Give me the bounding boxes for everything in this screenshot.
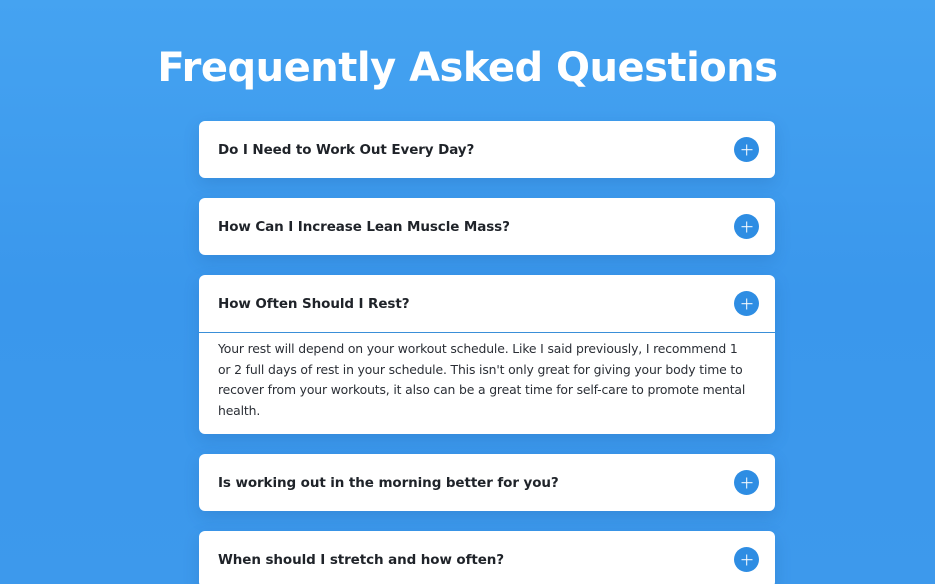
faq-question: When should I stretch and how often?: [218, 551, 505, 568]
plus-icon[interactable]: [734, 470, 759, 495]
faq-item: Is working out in the morning better for…: [199, 454, 775, 511]
faq-list: Do I Need to Work Out Every Day? How Can…: [199, 121, 775, 584]
faq-question: Is working out in the morning better for…: [218, 474, 559, 491]
faq-toggle[interactable]: How Often Should I Rest?: [199, 275, 775, 333]
faq-question: Do I Need to Work Out Every Day?: [218, 141, 475, 158]
faq-toggle[interactable]: When should I stretch and how often?: [199, 531, 775, 584]
faq-question: How Often Should I Rest?: [218, 295, 410, 312]
faq-item: Do I Need to Work Out Every Day?: [199, 121, 775, 178]
faq-toggle[interactable]: Is working out in the morning better for…: [199, 454, 775, 511]
faq-toggle[interactable]: How Can I Increase Lean Muscle Mass?: [199, 198, 775, 255]
plus-icon[interactable]: [734, 214, 759, 239]
plus-icon[interactable]: [734, 291, 759, 316]
page-title: Frequently Asked Questions: [157, 45, 778, 91]
faq-answer: Your rest will depend on your workout sc…: [218, 341, 746, 418]
faq-question: How Can I Increase Lean Muscle Mass?: [218, 218, 510, 235]
plus-icon[interactable]: [734, 137, 759, 162]
faq-item-expanded: How Often Should I Rest? Your rest will …: [199, 275, 775, 434]
faq-item: How Can I Increase Lean Muscle Mass?: [199, 198, 775, 255]
faq-toggle[interactable]: Do I Need to Work Out Every Day?: [199, 121, 775, 178]
faq-item: When should I stretch and how often?: [199, 531, 775, 584]
plus-icon[interactable]: [734, 547, 759, 572]
